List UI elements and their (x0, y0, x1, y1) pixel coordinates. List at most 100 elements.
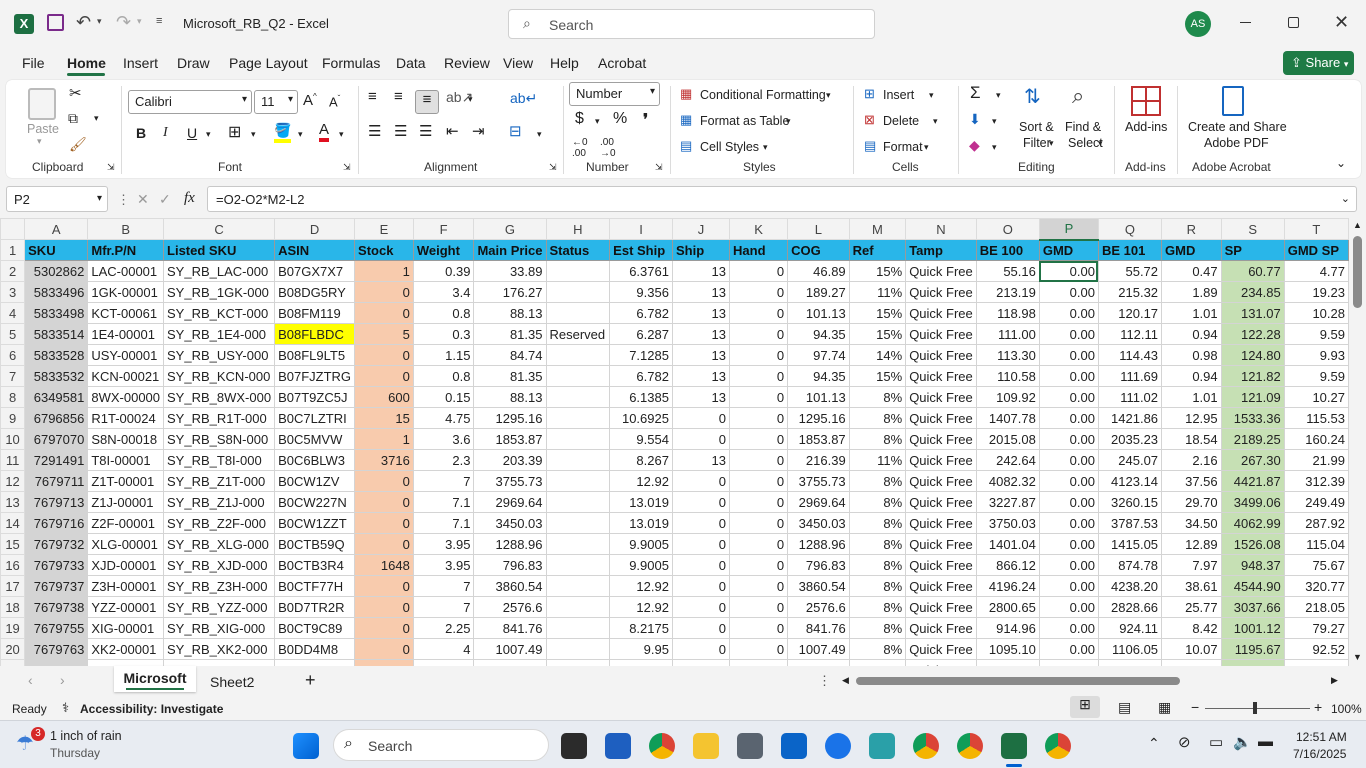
cell[interactable]: 948.37 (1220, 554, 1285, 576)
tab-home[interactable]: Home (67, 55, 106, 71)
cell[interactable]: 0.00 (1038, 365, 1099, 387)
cell[interactable]: 4.75 (412, 407, 475, 429)
cell[interactable]: 0.00 (1038, 323, 1099, 345)
cell[interactable]: 0 (729, 302, 789, 324)
cell[interactable]: 0.8 (412, 365, 475, 387)
tab-data[interactable]: Data (396, 55, 426, 71)
cell[interactable] (545, 554, 611, 576)
cell[interactable]: 796.83 (787, 554, 850, 576)
cell[interactable]: SY_RB_XLG-000 (163, 533, 276, 555)
cell[interactable]: 1401.04 (975, 533, 1040, 555)
cell[interactable]: 7679733 (24, 554, 89, 576)
cell[interactable]: 0 (729, 428, 789, 450)
task-view-icon[interactable] (561, 733, 587, 759)
cell[interactable]: 3450.03 (787, 512, 850, 534)
cell[interactable]: 8.42 (1161, 617, 1222, 639)
chrome-profile-icon[interactable] (913, 733, 939, 759)
tab-draw[interactable]: Draw (177, 55, 210, 71)
cell[interactable]: 3716 (354, 449, 414, 471)
tab-file[interactable]: File (22, 55, 45, 71)
insert-cells-button[interactable]: Insert (883, 88, 914, 102)
cell[interactable]: B08FM119 (274, 302, 356, 324)
column-header-e[interactable]: E (354, 218, 414, 240)
cell[interactable]: 12.92 (609, 575, 673, 597)
font-color-icon[interactable]: A (319, 122, 330, 142)
excel-taskbar-icon[interactable] (1001, 733, 1027, 759)
header-cell[interactable]: SP (1220, 239, 1285, 261)
select-all-corner[interactable] (0, 218, 26, 240)
cell[interactable]: 1407.78 (975, 407, 1040, 429)
cell[interactable]: 1.01 (1161, 386, 1222, 408)
accessibility-status[interactable]: Accessibility: Investigate (80, 702, 223, 716)
chrome-profile-2-icon[interactable] (957, 733, 983, 759)
cell[interactable]: 8.2175 (609, 617, 673, 639)
cell[interactable]: 874.78 (1097, 554, 1163, 576)
row-header[interactable]: 10 (0, 428, 26, 450)
cell[interactable]: 8% (848, 470, 907, 492)
cell[interactable]: 5 (354, 323, 414, 345)
scroll-down-icon[interactable]: ▼ (1353, 652, 1362, 662)
cell[interactable]: 0.00 (1038, 470, 1099, 492)
bold-icon[interactable]: B (136, 125, 146, 141)
cell[interactable]: Quick Free (905, 365, 977, 387)
cell[interactable]: 0.00 (1038, 554, 1099, 576)
cell[interactable]: 0 (671, 512, 731, 534)
cell[interactable]: 0 (729, 638, 789, 660)
cell[interactable]: Quick Free (905, 470, 977, 492)
cell[interactable]: 2035.23 (1097, 428, 1163, 450)
cell[interactable]: 312.39 (1283, 470, 1349, 492)
column-header-h[interactable]: H (545, 218, 611, 240)
cell[interactable]: 1195.67 (1220, 638, 1285, 660)
format-as-table-button[interactable]: Format as Table (700, 114, 789, 128)
cell[interactable]: 8% (848, 596, 907, 618)
cell[interactable]: 25.77 (1161, 596, 1222, 618)
cell[interactable]: 0.98 (1161, 344, 1222, 366)
header-cell[interactable]: Est Ship (609, 239, 673, 261)
cell[interactable]: 0.39 (412, 260, 475, 282)
cell[interactable]: 7679713 (24, 491, 89, 513)
cell[interactable]: 203.39 (473, 449, 547, 471)
cell[interactable]: B08FL9LT5 (274, 344, 356, 366)
cell[interactable]: 118.98 (975, 302, 1040, 324)
cell[interactable]: 111.69 (1097, 365, 1163, 387)
next-sheet-icon[interactable]: › (60, 672, 65, 688)
shrink-font-icon[interactable]: Aˇ (329, 94, 340, 109)
cell[interactable]: 122.28 (1220, 323, 1285, 345)
cell[interactable]: 4238.20 (1097, 575, 1163, 597)
cell[interactable]: 131.07 (1220, 302, 1285, 324)
taskbar-search-box[interactable]: ⌕ Search (333, 729, 549, 761)
merge-dropdown-icon[interactable]: ▾ (537, 129, 542, 140)
cell[interactable]: 10.27 (1283, 386, 1349, 408)
cell[interactable]: 0.00 (1038, 533, 1099, 555)
cell[interactable]: 8% (848, 428, 907, 450)
cell[interactable]: 11% (848, 449, 907, 471)
cell[interactable]: 6349581 (24, 386, 89, 408)
cell[interactable]: 3750.03 (975, 512, 1040, 534)
column-header-n[interactable]: N (905, 218, 977, 240)
cell[interactable]: 249.49 (1283, 491, 1349, 513)
cell[interactable]: B07T9ZC5J (274, 386, 356, 408)
column-header-r[interactable]: R (1161, 218, 1222, 240)
cell[interactable] (545, 533, 611, 555)
cell[interactable]: 242.64 (975, 449, 1040, 471)
cell[interactable]: 4082.32 (975, 470, 1040, 492)
cell[interactable]: 3499.06 (1220, 491, 1285, 513)
cell[interactable]: 0.3 (412, 323, 475, 345)
percent-icon[interactable]: % (613, 110, 627, 128)
cell[interactable]: 88.13 (473, 386, 547, 408)
cell[interactable]: 796.83 (473, 554, 547, 576)
cell[interactable]: 9.59 (1283, 365, 1349, 387)
cell[interactable]: 0 (729, 512, 789, 534)
find-select-icon[interactable]: ⌕ (1072, 83, 1084, 109)
tab-acrobat[interactable]: Acrobat (598, 55, 646, 71)
cell[interactable]: 0 (354, 281, 414, 303)
cell[interactable]: 0.00 (1038, 386, 1099, 408)
cell[interactable]: 13.019 (609, 512, 673, 534)
cell[interactable]: 3.95 (412, 554, 475, 576)
number-format-select[interactable]: Number ▾ (569, 82, 660, 106)
row-header[interactable]: 4 (0, 302, 26, 324)
cell[interactable]: 0.00 (1038, 638, 1099, 660)
prev-sheet-icon[interactable]: ‹ (28, 672, 33, 688)
cell[interactable]: 0 (729, 386, 789, 408)
insert-cells-icon[interactable]: ⊞ (864, 86, 875, 102)
